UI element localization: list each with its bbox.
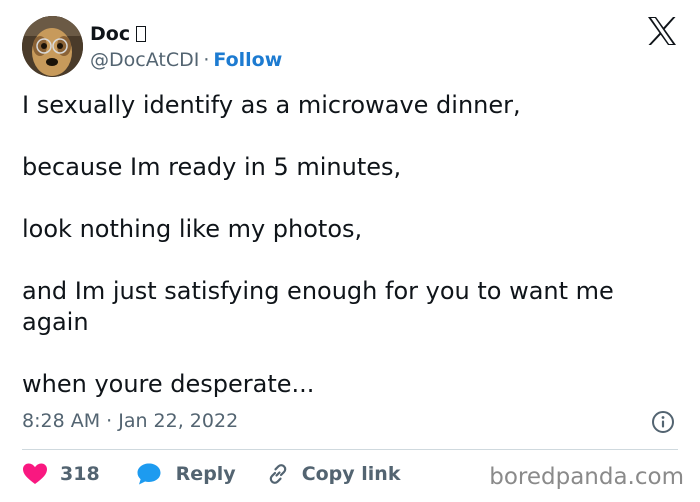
tweet-line: and Im just satisfying enough for you to… xyxy=(22,277,614,336)
tweet-line: because Im ready in 5 minutes, xyxy=(22,153,402,181)
watermark: boredpanda.com xyxy=(489,464,684,490)
tweet-card: Doc @DocAtCDI · Follow I sexually identify… xyxy=(0,0,700,502)
follow-button[interactable]: Follow xyxy=(213,49,282,71)
reply-label: Reply xyxy=(175,463,236,485)
heart-icon xyxy=(23,463,47,484)
display-name-row[interactable]: Doc xyxy=(90,22,282,46)
info-icon[interactable] xyxy=(651,410,675,434)
tweet-line: when youre desperate... xyxy=(22,370,315,398)
like-button[interactable]: 318 xyxy=(22,460,100,488)
action-bar: 318 Reply Copy link xyxy=(22,460,400,488)
like-count: 318 xyxy=(60,463,100,485)
x-logo-icon[interactable] xyxy=(646,16,678,46)
handle-row: @DocAtCDI · Follow xyxy=(90,48,282,72)
handle[interactable]: @DocAtCDI xyxy=(90,49,199,71)
separator-dot: · xyxy=(203,49,210,71)
reply-bubble-icon xyxy=(137,463,161,485)
divider xyxy=(22,449,678,450)
tweet-text: I sexually identify as a microwave dinne… xyxy=(22,90,672,400)
link-icon xyxy=(269,464,286,484)
tweet-header: Doc @DocAtCDI · Follow xyxy=(22,16,678,78)
author-names: Doc @DocAtCDI · Follow xyxy=(90,22,282,72)
tweet-line: I sexually identify as a microwave dinne… xyxy=(22,91,521,119)
tweet-line: look nothing like my photos, xyxy=(22,215,363,243)
reply-button[interactable]: Reply xyxy=(136,460,236,488)
copy-link-button[interactable]: Copy link xyxy=(266,460,401,488)
avatar[interactable] xyxy=(22,16,83,77)
missing-glyph-icon xyxy=(136,26,147,42)
display-name[interactable]: Doc xyxy=(90,22,130,46)
copy-link-label: Copy link xyxy=(301,463,401,485)
tweet-timestamp[interactable]: 8:28 AM · Jan 22, 2022 xyxy=(22,409,238,433)
